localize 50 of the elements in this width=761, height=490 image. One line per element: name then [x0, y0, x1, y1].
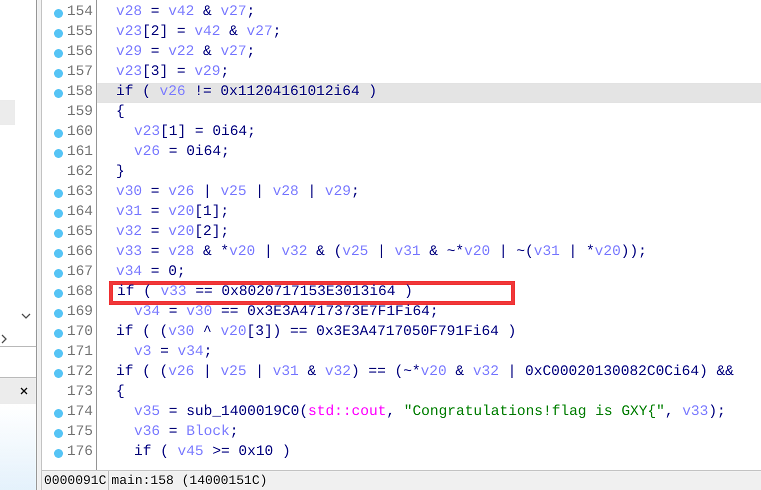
chevron-down-icon[interactable]	[21, 313, 31, 319]
line-number: 164	[66, 203, 93, 222]
code-line: v34 = v30 == 0x3E3A4717373E7F1Fi64;	[133, 303, 439, 322]
code-line: v36 = Block;	[133, 423, 238, 442]
code-line: v29 = v22 & v27;	[115, 43, 256, 62]
code-line: {	[115, 383, 125, 402]
code-line: v3 = v34;	[133, 343, 212, 362]
code-line: if ( v45 >= 0x10 )	[133, 443, 291, 462]
line-number: 157	[66, 63, 93, 82]
status-location: main:158 (14000151C)	[110, 472, 268, 490]
code-line: v31 = v20[1];	[115, 203, 230, 222]
line-number: 172	[66, 363, 93, 382]
line-number: 155	[66, 23, 93, 42]
line-number: 168	[66, 283, 93, 302]
code-line: {	[115, 103, 125, 122]
line-number: 173	[66, 383, 93, 402]
code-line: if ( (v30 ^ v20[3]) == 0x3E3A4717050F791Fi64 )	[115, 323, 516, 342]
line-number: 156	[66, 43, 93, 62]
line-number: 162	[66, 163, 93, 182]
chevron-right-icon[interactable]	[1, 334, 7, 344]
line-number: 171	[66, 343, 93, 362]
line-number: 169	[66, 303, 93, 322]
code-line: v30 = v26 | v25 | v28 | v29;	[115, 183, 360, 202]
line-number: 167	[66, 263, 93, 282]
code-line: v33 = v28 & *v20 | v32 & (v25 | v31 & ~*v20 | ~(v31 | *v20));	[115, 243, 647, 262]
close-icon[interactable]	[20, 387, 28, 395]
code-line: v32 = v20[2];	[115, 223, 230, 242]
line-number: 174	[66, 403, 93, 422]
code-line: v23[2] = v42 & v27;	[115, 23, 282, 42]
code-line: v34 = 0;	[115, 263, 186, 282]
code-line: if ( v26 != 0x11204161012i64 )	[115, 83, 378, 102]
line-number: 175	[66, 423, 93, 442]
code-line: v23[3] = v29;	[115, 63, 230, 82]
line-number: 161	[66, 143, 93, 162]
line-number: 159	[66, 103, 93, 122]
line-number: 166	[66, 243, 93, 262]
line-number: 154	[66, 3, 93, 22]
line-number: 165	[66, 223, 93, 242]
line-number: 163	[66, 183, 93, 202]
code-line: v28 = v42 & v27;	[115, 3, 256, 22]
line-number: 158	[66, 83, 93, 102]
code-line: v23[1] = 0i64;	[133, 123, 256, 142]
code-line: v26 = 0i64;	[133, 143, 230, 162]
code-line: if ( (v26 | v25 | v31 & v32) == (~*v20 & v32 | 0xC00020130082C0Ci64) &&	[115, 363, 734, 382]
code-line: }	[115, 163, 125, 182]
code-line: v35 = sub_1400019C0(std::cout, "Congratulations!flag is GXY{", v33);	[133, 403, 726, 422]
line-number: 176	[66, 443, 93, 462]
line-number: 170	[66, 323, 93, 342]
line-number: 160	[66, 123, 93, 142]
status-address: 0000091C	[42, 470, 110, 490]
